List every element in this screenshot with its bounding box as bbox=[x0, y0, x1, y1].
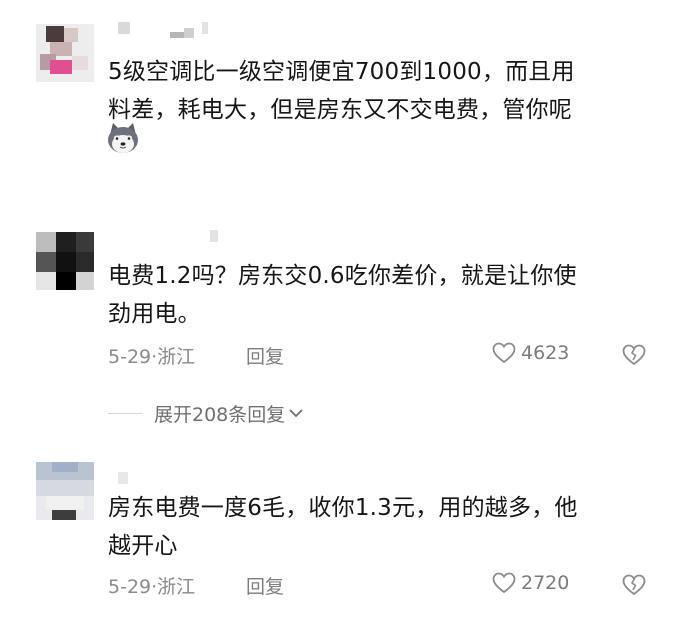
comment-text: 5级空调比一级空调便宜700到1000，而且用 料差，耗电大，但是房东又不交电费… bbox=[108, 59, 575, 123]
dislike-button[interactable] bbox=[622, 574, 646, 601]
broken-heart-icon bbox=[622, 344, 646, 366]
username-blurred[interactable] bbox=[118, 230, 218, 244]
expand-replies-label: 展开208条回复 bbox=[154, 403, 286, 426]
heart-icon bbox=[492, 342, 516, 364]
comment-item: 房东电费一度6毛，收你1.3元，用的越多，他 越开心 5-29·浙江 回复 27… bbox=[0, 440, 679, 621]
dislike-button[interactable] bbox=[622, 344, 646, 371]
reply-button[interactable]: 回复 bbox=[246, 342, 284, 369]
username-blurred[interactable] bbox=[118, 22, 208, 38]
username-blurred[interactable] bbox=[118, 472, 208, 486]
comment-item: 5级空调比一级空调便宜700到1000，而且用 料差，耗电大，但是房东又不交电费… bbox=[0, 0, 679, 190]
husky-emoji-icon bbox=[106, 122, 140, 154]
like-button[interactable]: 4623 bbox=[492, 342, 569, 364]
like-button[interactable]: 2720 bbox=[492, 572, 569, 594]
comment-meta: 5-29·浙江 回复 4623 bbox=[108, 342, 648, 372]
like-count: 2720 bbox=[521, 572, 570, 594]
divider bbox=[108, 412, 142, 414]
like-count: 4623 bbox=[521, 342, 570, 364]
comment-date-location: 5-29·浙江 bbox=[108, 576, 196, 598]
comment-item: 电费1.2吗？房东交0.6吃你差价，就是让你使 劲用电。 5-29·浙江 回复 … bbox=[0, 190, 679, 390]
broken-heart-icon bbox=[622, 574, 646, 596]
comment-text: 电费1.2吗？房东交0.6吃你差价，就是让你使 劲用电。 bbox=[108, 263, 577, 327]
avatar[interactable] bbox=[36, 24, 94, 82]
expand-replies-button[interactable]: 展开208条回复 bbox=[108, 400, 304, 426]
chevron-down-icon bbox=[289, 409, 303, 418]
reply-button[interactable]: 回复 bbox=[246, 572, 284, 599]
comment-text: 房东电费一度6毛，收你1.3元，用的越多，他 越开心 bbox=[108, 495, 578, 559]
avatar[interactable] bbox=[36, 462, 94, 520]
comment-date-location: 5-29·浙江 bbox=[108, 346, 196, 368]
comment-meta: 5-29·浙江 回复 2720 bbox=[108, 572, 648, 602]
avatar[interactable] bbox=[36, 232, 94, 290]
heart-icon bbox=[492, 572, 516, 594]
